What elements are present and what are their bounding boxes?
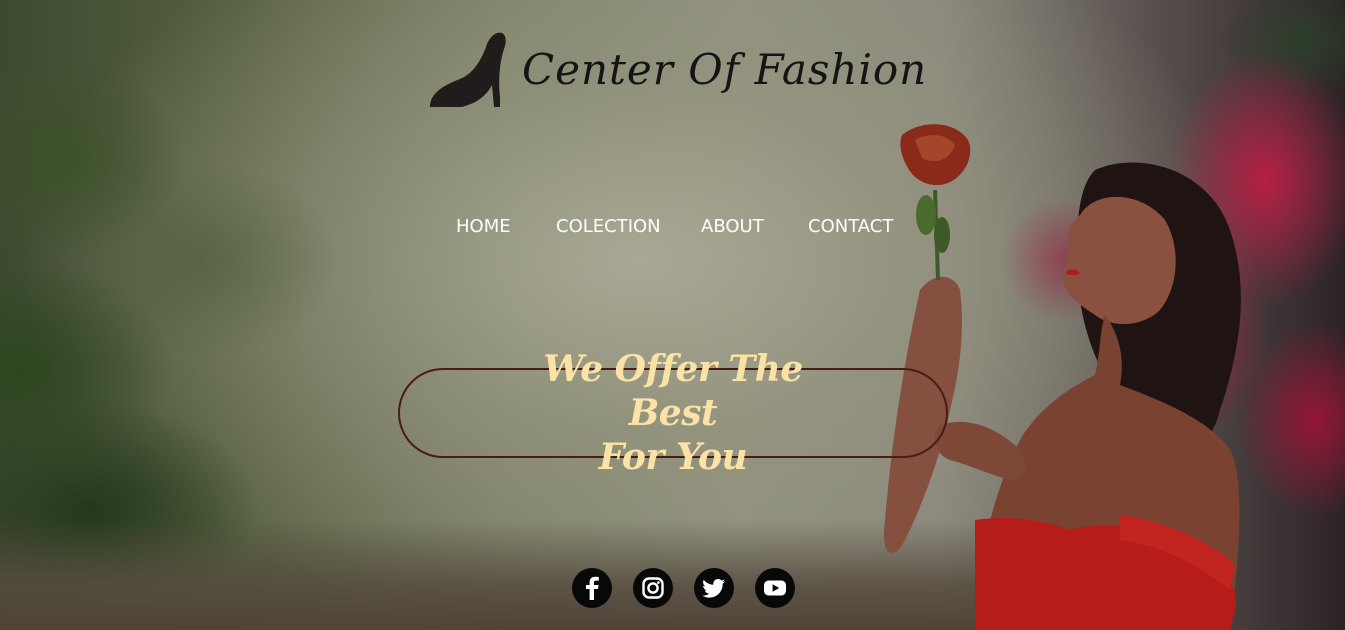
- hero-line-1: We Offer The Best: [543, 348, 803, 434]
- nav-home[interactable]: HOME: [456, 216, 556, 237]
- model-photo: [884, 124, 1241, 630]
- hero-banner: We Offer The Best For You: [398, 348, 948, 478]
- social-links: [572, 568, 795, 608]
- background-railway: [0, 520, 1000, 630]
- main-nav: HOME COLECTION ABOUT CONTACT: [456, 216, 893, 237]
- nav-about[interactable]: ABOUT: [701, 216, 808, 237]
- background-forest: [0, 40, 460, 600]
- brand-logo[interactable]: Center Of Fashion: [424, 26, 927, 112]
- facebook-icon[interactable]: [572, 568, 612, 608]
- instagram-icon[interactable]: [633, 568, 673, 608]
- nav-contact[interactable]: CONTACT: [808, 216, 893, 237]
- youtube-icon[interactable]: [755, 568, 795, 608]
- high-heel-shoe-icon: [430, 32, 506, 107]
- nav-colection[interactable]: COLECTION: [556, 216, 701, 237]
- page: Center Of Fashion HOME COLECTION ABOUT C…: [0, 0, 1345, 630]
- brand-name: Center Of Fashion: [522, 44, 928, 94]
- hero-line-2: For You: [598, 436, 748, 478]
- twitter-icon[interactable]: [694, 568, 734, 608]
- hero-headline: We Offer The Best For You: [503, 347, 843, 479]
